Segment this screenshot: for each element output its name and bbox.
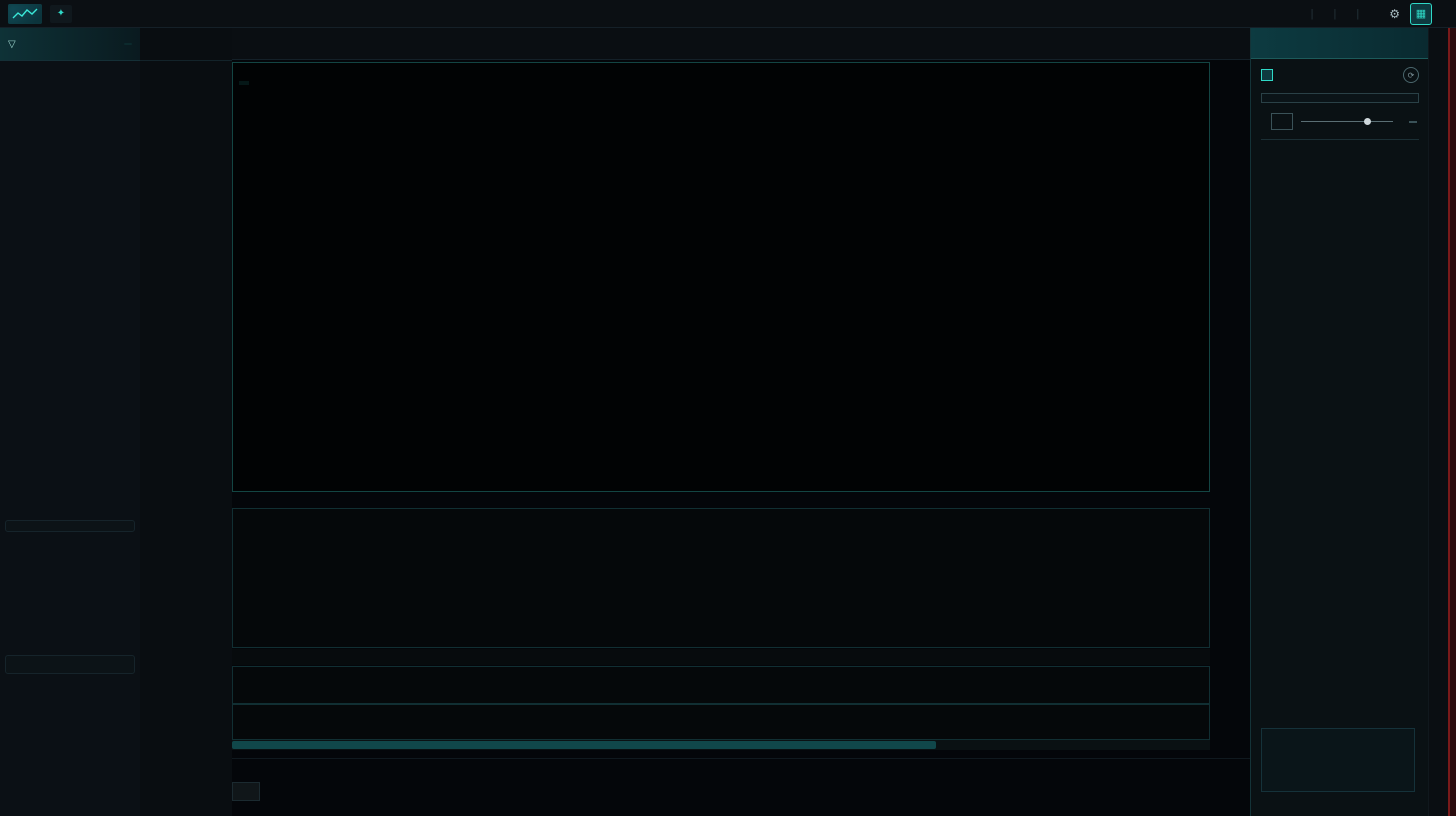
chart-toolbar bbox=[232, 28, 1250, 60]
sidebar-header[interactable]: ▽ bbox=[0, 28, 140, 61]
quantity-row bbox=[1251, 109, 1429, 134]
growth-panel[interactable] bbox=[232, 704, 1210, 740]
divider: | bbox=[1311, 8, 1314, 20]
sidebar: ▽ bbox=[0, 28, 141, 816]
price-axis bbox=[1212, 62, 1250, 492]
trading-terminal: ✦ | | | ⚙ ▦ ▽ bbox=[0, 0, 1456, 816]
refresh-icon[interactable]: ⟳ bbox=[1403, 67, 1419, 83]
settings-gear-icon[interactable]: ⚙ bbox=[1389, 7, 1400, 21]
order-panel-header[interactable] bbox=[1251, 28, 1429, 59]
quantity-slider[interactable] bbox=[1301, 121, 1393, 122]
main-chart bbox=[232, 62, 1250, 492]
chart-area bbox=[232, 28, 1250, 816]
reset-icon[interactable] bbox=[1271, 113, 1293, 130]
summary-panel bbox=[5, 655, 135, 674]
step-box[interactable] bbox=[1409, 121, 1417, 123]
divider: | bbox=[1334, 8, 1337, 20]
scrollbar-thumb[interactable] bbox=[232, 741, 936, 749]
legend-panel bbox=[5, 520, 135, 532]
selection-info-box[interactable] bbox=[232, 782, 260, 801]
candles-svg bbox=[233, 63, 1209, 491]
quotes-column bbox=[140, 28, 233, 816]
ohlc-info-line bbox=[239, 81, 249, 85]
sparkline bbox=[150, 600, 210, 662]
oscillator-panel[interactable] bbox=[232, 508, 1210, 648]
indicator-value-tags bbox=[1212, 508, 1250, 756]
quotes-list bbox=[140, 61, 232, 63]
chart-mode-icon[interactable]: ✦ bbox=[50, 5, 72, 23]
side-icon-strip bbox=[1428, 28, 1449, 816]
session-status-box bbox=[1261, 728, 1415, 792]
candlestick-plot[interactable] bbox=[232, 62, 1210, 492]
divider: | bbox=[1356, 8, 1359, 20]
symbol-glyph-icon bbox=[1261, 69, 1273, 81]
pool-subtitle bbox=[1251, 83, 1429, 87]
profile-dropdown[interactable] bbox=[1261, 93, 1419, 103]
app-grid-icon[interactable]: ▦ bbox=[1410, 3, 1432, 25]
drawdown-panel[interactable] bbox=[232, 666, 1210, 704]
quotes-header bbox=[140, 28, 232, 61]
divider bbox=[1261, 139, 1419, 140]
logo bbox=[8, 4, 42, 24]
sidebar-badge bbox=[124, 43, 132, 45]
indicator-panels bbox=[232, 508, 1250, 756]
horizontal-scrollbar[interactable] bbox=[232, 740, 1210, 750]
legend-title bbox=[6, 521, 134, 531]
indicator-data-row bbox=[232, 649, 1210, 665]
navigator-tree bbox=[0, 61, 140, 65]
summary-title bbox=[6, 656, 134, 666]
summary-footnote bbox=[6, 666, 134, 673]
alert-strip bbox=[1448, 28, 1456, 816]
time-axis bbox=[232, 758, 1250, 781]
slider-knob[interactable] bbox=[1364, 118, 1371, 125]
order-panel: ⟳ bbox=[1250, 28, 1429, 816]
filter-icon: ▽ bbox=[8, 39, 16, 50]
title-bar: ✦ | | | ⚙ ▦ bbox=[0, 0, 1456, 28]
